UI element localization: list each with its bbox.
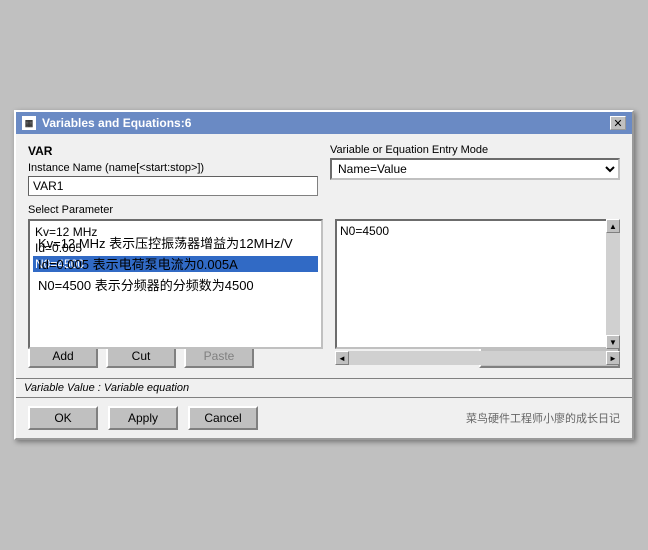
title-bar-left: ▦ Variables and Equations:6 — [22, 116, 191, 130]
title-bar: ▦ Variables and Equations:6 ✕ — [16, 112, 632, 134]
scroll-right-arrow[interactable]: ► — [606, 351, 620, 365]
var-section: VAR Instance Name (name[<start:stop>]) — [28, 144, 318, 196]
apply-button[interactable]: Apply — [108, 406, 178, 430]
list-item[interactable]: N0=4500 — [33, 256, 318, 272]
ok-button[interactable]: OK — [28, 406, 98, 430]
var-label: VAR — [28, 144, 318, 158]
cancel-button[interactable]: Cancel — [188, 406, 258, 430]
equation-area[interactable]: N0=4500 — [335, 219, 620, 349]
scroll-left-arrow[interactable]: ◄ — [335, 351, 349, 365]
dialog-title: Variables and Equations:6 — [42, 116, 191, 130]
top-row: VAR Instance Name (name[<start:stop>]) V… — [28, 144, 620, 196]
param-list[interactable]: Kv=12 MHz Id=0.005 N0=4500 — [28, 219, 323, 349]
list-item[interactable]: Id=0.005 — [33, 240, 318, 256]
instance-label: Instance Name (name[<start:stop>]) — [28, 162, 318, 174]
scroll-track-v[interactable] — [606, 233, 620, 335]
close-button[interactable]: ✕ — [610, 116, 626, 130]
entry-mode-select[interactable]: Name=Value — [330, 158, 620, 180]
app-icon: ▦ — [22, 116, 36, 130]
horizontal-scrollbar[interactable]: ◄ ► — [335, 351, 620, 365]
scroll-down-arrow[interactable]: ▼ — [606, 335, 620, 349]
bottom-buttons: OK Apply Cancel 菜鸟硬件工程师小廖的成长日记 — [16, 397, 632, 438]
list-item[interactable]: Kv=12 MHz — [33, 224, 318, 240]
entry-mode-label: Variable or Equation Entry Mode — [330, 144, 620, 156]
select-param-label: Select Parameter — [28, 204, 620, 216]
entry-mode-section: Variable or Equation Entry Mode Name=Val… — [330, 144, 620, 180]
equation-area-wrapper: N0=4500 ▲ ▼ — [335, 219, 620, 349]
scroll-track-h[interactable] — [349, 351, 606, 365]
equation-section: N0=4500 ▲ ▼ ◄ ► — [335, 219, 620, 365]
watermark-text: 菜鸟硬件工程师小廖的成长日记 — [466, 410, 620, 426]
scroll-up-arrow[interactable]: ▲ — [606, 219, 620, 233]
two-col: Kv=12 MHz Id=0.005 N0=4500 N0=4500 ▲ ▼ — [28, 219, 620, 365]
equation-content: N0=4500 — [340, 224, 389, 238]
instance-input[interactable] — [28, 176, 318, 196]
status-text: Variable Value : Variable equation — [24, 382, 189, 394]
vertical-scrollbar[interactable]: ▲ ▼ — [606, 219, 620, 349]
status-bar: Variable Value : Variable equation — [16, 378, 632, 397]
dialog-body: VAR Instance Name (name[<start:stop>]) V… — [16, 134, 632, 378]
dialog: ▦ Variables and Equations:6 ✕ VAR Instan… — [14, 110, 634, 440]
